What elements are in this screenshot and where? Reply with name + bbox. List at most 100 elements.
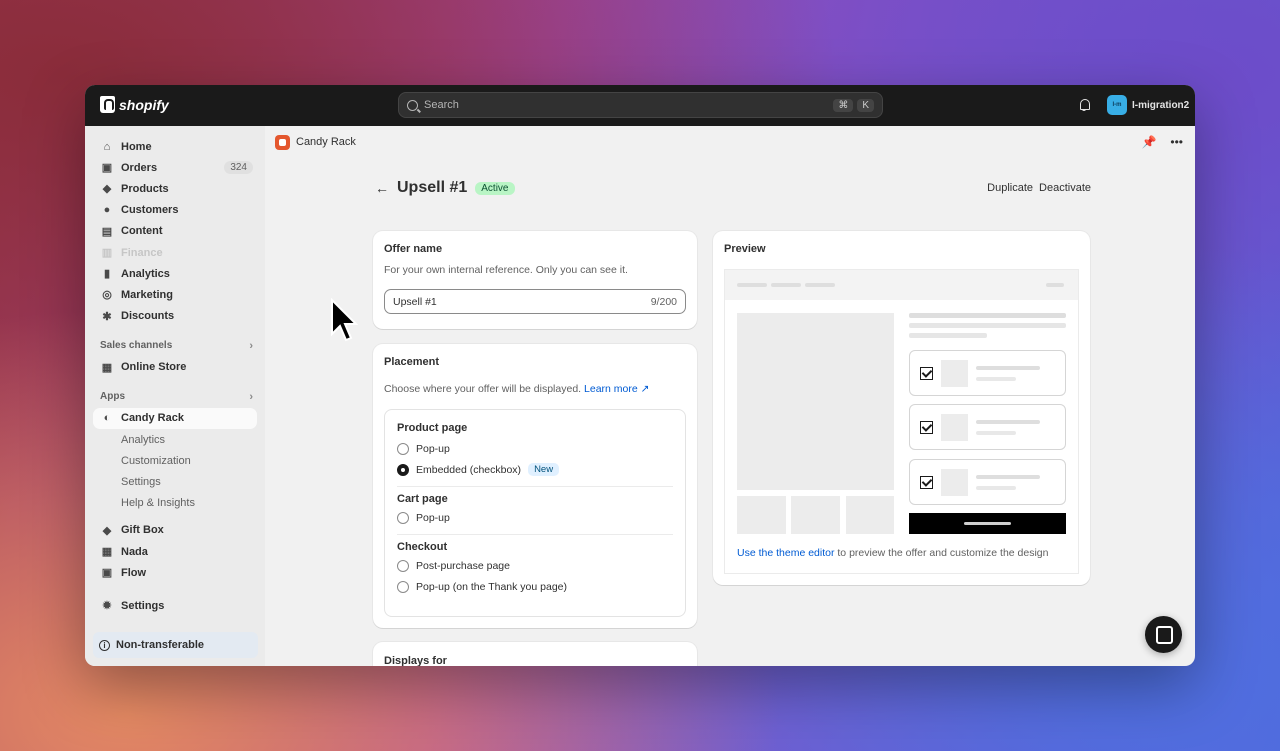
- back-arrow-icon[interactable]: ←: [375, 180, 389, 196]
- displays-for-card: Displays for: [373, 642, 697, 666]
- radio-checkout-thank-you[interactable]: Pop-up (on the Thank you page): [397, 576, 673, 597]
- mock-header: [725, 270, 1078, 300]
- option-label: Pop-up: [416, 442, 450, 455]
- radio-button: [397, 559, 409, 572]
- sidebar-item-home[interactable]: ⌂ Home: [85, 136, 265, 157]
- duplicate-button[interactable]: Duplicate: [987, 182, 1033, 194]
- sidebar-item-customers[interactable]: ● Customers: [85, 200, 265, 221]
- sidebar-item-discounts[interactable]: ✱ Discounts: [85, 306, 265, 327]
- mock-thumb: [737, 496, 786, 534]
- radio-checkout-post-purchase[interactable]: Post-purchase page: [397, 555, 673, 576]
- non-transferable-label: Non-transferable: [116, 639, 205, 651]
- checkbox-checked-icon: [920, 367, 933, 380]
- sidebar-item-marketing[interactable]: ◎ Marketing: [85, 284, 265, 305]
- sidebar-item-orders[interactable]: ▣ Orders 324: [85, 157, 265, 178]
- sidebar-item-settings[interactable]: ✹ Settings: [85, 595, 265, 616]
- radio-button: [397, 511, 409, 524]
- checkbox-checked-icon: [920, 421, 933, 434]
- option-label: Pop-up (on the Thank you page): [416, 580, 567, 593]
- person-icon: ●: [103, 204, 111, 217]
- sidebar-item-candy-rack[interactable]: ◐ Candy Rack: [93, 407, 257, 430]
- sidebar-item-products[interactable]: ◆ Products: [85, 178, 265, 199]
- sidebar-subitem-settings[interactable]: Settings: [85, 471, 265, 492]
- sidebar-item-nada[interactable]: ▦ Nada: [85, 541, 265, 562]
- theme-editor-link[interactable]: Use the theme editor: [737, 547, 834, 559]
- sales-channels-header[interactable]: Sales channels ›: [85, 335, 265, 357]
- sidebar-item-online-store[interactable]: ▦ Online Store: [85, 357, 265, 378]
- sidebar-subitem-customization[interactable]: Customization: [85, 450, 265, 471]
- shopify-logo[interactable]: shopify: [100, 96, 169, 113]
- new-badge: New: [528, 463, 560, 476]
- page-header: ← Upsell #1 Active Duplicate Deactivate: [375, 178, 1091, 198]
- sidebar-subitem-help[interactable]: Help & Insights: [85, 493, 265, 514]
- sidebar-item-analytics[interactable]: ▮ Analytics: [85, 263, 265, 284]
- apps-label: Apps: [100, 391, 125, 403]
- checkout-title: Checkout: [397, 541, 448, 553]
- target-icon: ◎: [102, 289, 112, 302]
- store-icon: ▦: [101, 361, 113, 374]
- bank-icon: ▥: [101, 247, 113, 260]
- gear-icon: ✹: [102, 600, 112, 613]
- app-window: shopify Search ⌘ K I-m I-migration2 ⌂ Hom…: [85, 85, 1195, 666]
- user-name: I-migration2: [1132, 99, 1190, 111]
- chevron-right-icon: ›: [249, 390, 253, 403]
- k-key: K: [857, 98, 874, 112]
- preview-caption: Use the theme editor to preview the offe…: [737, 547, 1049, 559]
- sidebar-item-gift-box[interactable]: ◆ Gift Box: [85, 520, 265, 541]
- more-icon[interactable]: •••: [1170, 135, 1183, 149]
- chevron-right-icon: ›: [249, 339, 253, 352]
- sidebar-item-label: Home: [121, 140, 152, 153]
- radio-product-popup[interactable]: Pop-up: [397, 438, 673, 459]
- placement-help: Choose where your offer will be displaye…: [384, 383, 649, 395]
- radio-product-embedded[interactable]: Embedded (checkbox) New: [397, 459, 673, 480]
- candy-rack-icon: ◐: [103, 412, 111, 425]
- app-name: Candy Rack: [296, 136, 356, 148]
- orders-count-badge: 324: [224, 161, 253, 175]
- preview-heading: Preview: [724, 243, 766, 255]
- search-input[interactable]: Search ⌘ K: [398, 92, 883, 118]
- app-bar-actions: 📌 •••: [1141, 135, 1183, 149]
- product-page-title: Product page: [397, 422, 468, 434]
- bell-icon[interactable]: [1078, 98, 1090, 111]
- mock-offer-card: [909, 350, 1066, 396]
- candy-rack-app-icon: [275, 134, 290, 150]
- checkbox-checked-icon: [920, 476, 933, 489]
- sidebar-item-flow[interactable]: ▣ Flow: [85, 562, 265, 583]
- mock-thumb: [791, 496, 840, 534]
- sidebar-item-label: Orders: [121, 161, 158, 174]
- offer-name-field[interactable]: Upsell #1 9/200: [384, 289, 686, 314]
- radio-button: [397, 580, 409, 593]
- learn-more-link[interactable]: Learn more ↗: [584, 383, 649, 395]
- tag-icon: ◆: [102, 183, 112, 196]
- option-label: Embedded (checkbox): [416, 463, 522, 476]
- page-title: Upsell #1: [397, 179, 468, 196]
- mock-add-to-cart: [909, 513, 1066, 534]
- content-icon: ▤: [101, 225, 113, 238]
- sidebar-item-label: Nada: [121, 545, 148, 558]
- radio-cart-popup[interactable]: Pop-up: [397, 507, 673, 528]
- offer-name-help: For your own internal reference. Only yo…: [384, 264, 628, 276]
- apps-header[interactable]: Apps ›: [85, 386, 265, 408]
- chat-button[interactable]: [1145, 616, 1182, 653]
- displays-for-heading: Displays for: [384, 655, 447, 666]
- header-actions: Duplicate Deactivate: [987, 182, 1091, 194]
- deactivate-button[interactable]: Deactivate: [1039, 182, 1091, 194]
- placement-heading: Placement: [384, 356, 440, 368]
- avatar: I-m: [1107, 95, 1127, 115]
- user-menu[interactable]: I-m I-migration2: [1107, 95, 1189, 115]
- sidebar-item-label: Flow: [121, 566, 147, 579]
- app-title-bar: Candy Rack: [265, 126, 1195, 158]
- sidebar-item-label: Discounts: [121, 310, 175, 323]
- discount-icon: ✱: [102, 310, 112, 323]
- option-label: Post-purchase page: [416, 559, 510, 572]
- nada-icon: ▦: [101, 546, 113, 559]
- sidebar-item-label: Candy Rack: [121, 412, 184, 425]
- sidebar-item-content[interactable]: ▤ Content: [85, 221, 265, 242]
- sidebar-item-label: Settings: [121, 599, 165, 612]
- non-transferable-banner[interactable]: i Non-transferable: [93, 632, 258, 658]
- pin-icon[interactable]: 📌: [1141, 135, 1156, 149]
- offer-name-heading: Offer name: [384, 243, 443, 255]
- sidebar-subitem-analytics[interactable]: Analytics: [85, 429, 265, 450]
- sidebar-item-finance: ▥ Finance: [85, 242, 265, 263]
- mock-offer-card: [909, 459, 1066, 505]
